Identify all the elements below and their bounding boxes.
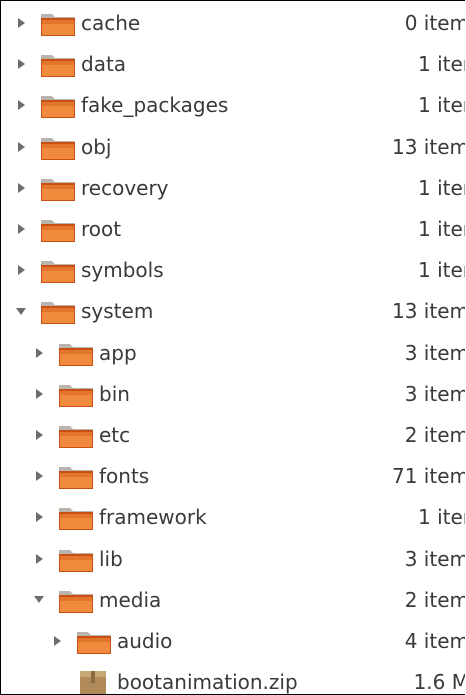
folder-row[interactable]: recovery 1 iter <box>1 168 465 208</box>
item-size: 1.6 M <box>413 670 465 695</box>
folder-icon <box>39 134 77 162</box>
expander-expand-icon[interactable] <box>51 635 63 647</box>
folder-icon <box>57 463 95 491</box>
folder-row[interactable]: lib 3 item <box>1 539 465 579</box>
expander-expand-icon[interactable] <box>15 99 27 111</box>
item-name: lib <box>99 546 123 571</box>
expander-expand-icon[interactable] <box>15 223 27 235</box>
folder-row[interactable]: audio 4 item <box>1 621 465 661</box>
folder-icon <box>57 340 95 368</box>
item-size: 3 item <box>404 546 465 571</box>
item-name: symbols <box>81 258 164 283</box>
item-name: root <box>81 217 122 241</box>
expander-expand-icon[interactable] <box>15 141 27 153</box>
item-size: 1 iter <box>417 258 465 283</box>
expander-expand-icon[interactable] <box>33 347 45 359</box>
item-name: data <box>81 52 127 77</box>
folder-icon <box>57 546 95 574</box>
item-name: recovery <box>81 175 169 200</box>
expander-expand-icon[interactable] <box>33 470 45 482</box>
item-size: 2 item <box>404 587 465 612</box>
item-name: system <box>81 299 154 324</box>
item-size: 13 item <box>392 299 465 324</box>
file-tree-view: cache 0 item data 1 iter fake_packages 1 iter… <box>0 0 465 695</box>
item-name: fake_packages <box>81 93 229 118</box>
folder-icon <box>57 587 95 615</box>
expander-collapse-icon[interactable] <box>15 305 27 317</box>
item-name: obj <box>81 134 112 159</box>
folder-row[interactable]: app 3 item <box>1 333 465 373</box>
folder-row[interactable]: symbols 1 iter <box>1 250 465 290</box>
item-size: 13 item <box>392 134 465 159</box>
expander-expand-icon[interactable] <box>15 264 27 276</box>
expander-collapse-icon[interactable] <box>33 594 45 606</box>
folder-icon <box>57 504 95 532</box>
item-name: framework <box>99 505 207 530</box>
item-size: 1 iter <box>417 93 465 118</box>
zip-file-icon <box>77 667 109 694</box>
item-size: 4 item <box>404 629 465 653</box>
folder-row[interactable]: fonts 71 item <box>1 456 465 496</box>
item-name: etc <box>99 423 131 447</box>
file-row[interactable]: bootanimation.zip 1.6 M <box>1 662 465 695</box>
folder-row[interactable]: fake_packages 1 iter <box>1 85 465 125</box>
folder-row[interactable]: root 1 iter <box>1 209 465 249</box>
item-name: app <box>99 340 137 365</box>
item-name: fonts <box>99 464 150 489</box>
folder-icon <box>39 298 77 326</box>
expander-expand-icon[interactable] <box>33 388 45 400</box>
folder-icon <box>57 422 95 450</box>
expander-expand-icon[interactable] <box>33 429 45 441</box>
item-size: 3 item <box>404 340 465 365</box>
folder-row[interactable]: cache 0 item <box>1 3 465 43</box>
expander-expand-icon[interactable] <box>33 553 45 565</box>
folder-icon <box>39 92 77 120</box>
item-size: 1 iter <box>417 52 465 77</box>
folder-row[interactable]: obj 13 item <box>1 127 465 167</box>
expander-expand-icon[interactable] <box>15 182 27 194</box>
folder-icon <box>39 51 77 79</box>
item-size: 0 item <box>404 11 465 35</box>
folder-icon <box>57 381 95 409</box>
folder-icon <box>39 175 77 203</box>
folder-icon <box>75 628 113 656</box>
item-size: 1 iter <box>417 217 465 241</box>
item-size: 1 iter <box>417 505 465 530</box>
folder-icon <box>39 216 77 244</box>
expander-expand-icon[interactable] <box>15 58 27 70</box>
expander-expand-icon[interactable] <box>15 17 27 29</box>
folder-row[interactable]: data 1 iter <box>1 44 465 84</box>
folder-row[interactable]: framework 1 iter <box>1 497 465 537</box>
item-name: bin <box>99 381 130 406</box>
item-name: bootanimation.zip <box>117 670 298 695</box>
folder-row[interactable]: media 2 item <box>1 580 465 620</box>
item-size: 71 item <box>392 464 465 489</box>
folder-icon <box>39 257 77 285</box>
folder-row[interactable]: system 13 item <box>1 291 465 331</box>
folder-row[interactable]: bin 3 item <box>1 374 465 414</box>
item-size: 3 item <box>404 381 465 406</box>
item-size: 1 iter <box>417 175 465 200</box>
expander-expand-icon[interactable] <box>33 511 45 523</box>
item-size: 2 item <box>404 423 465 447</box>
folder-row[interactable]: etc 2 item <box>1 415 465 455</box>
item-name: audio <box>117 629 173 653</box>
item-name: media <box>99 587 162 612</box>
item-name: cache <box>81 11 141 35</box>
folder-icon <box>39 10 77 38</box>
